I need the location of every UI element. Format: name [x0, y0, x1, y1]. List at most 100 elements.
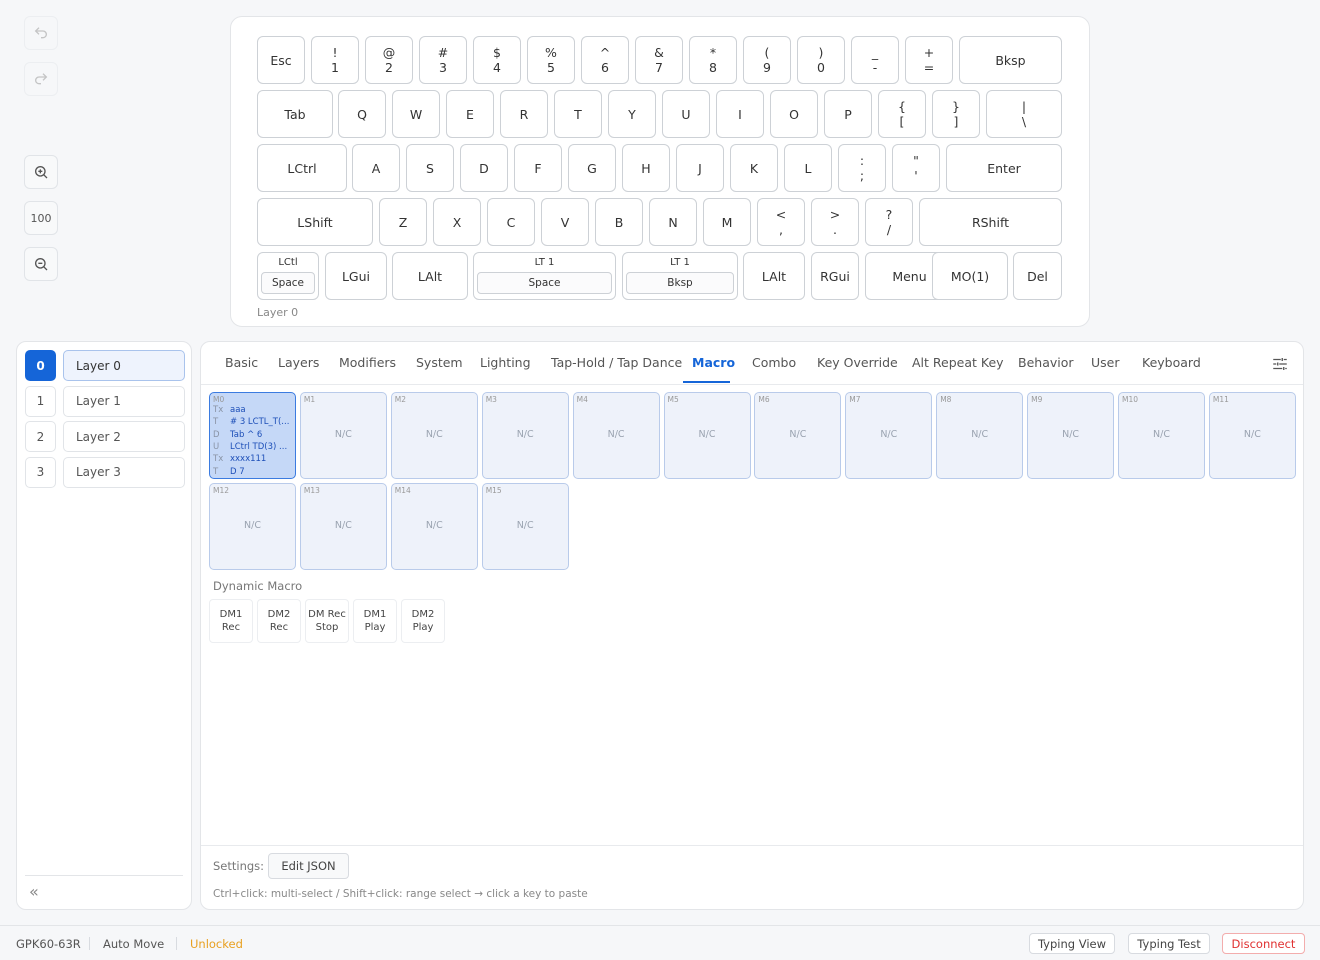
- zoom-in-button[interactable]: [24, 155, 58, 189]
- zoom-out-button[interactable]: [24, 247, 58, 281]
- key[interactable]: Tab: [257, 90, 333, 138]
- key[interactable]: LGui: [325, 252, 387, 300]
- key[interactable]: | \: [986, 90, 1062, 138]
- disconnect-button[interactable]: Disconnect: [1222, 933, 1305, 954]
- key[interactable]: ? /: [865, 198, 913, 246]
- undo-button[interactable]: [24, 16, 58, 50]
- key[interactable]: :;: [838, 144, 886, 192]
- typing-view-button[interactable]: Typing View: [1029, 933, 1115, 954]
- tab-behavior[interactable]: Behavior: [1018, 355, 1074, 370]
- key[interactable]: F: [514, 144, 562, 192]
- key[interactable]: " ': [892, 144, 940, 192]
- key[interactable]: LT 1 Space: [473, 252, 616, 300]
- key[interactable]: Del: [1013, 252, 1062, 300]
- key[interactable]: LCtrl: [257, 144, 347, 192]
- dynamic-macro-key[interactable]: DM1 Play: [353, 599, 397, 643]
- layer-item[interactable]: 0 Layer 0: [25, 350, 185, 381]
- key[interactable]: RShift: [919, 198, 1062, 246]
- macro-slot[interactable]: M12 N/C: [209, 483, 296, 570]
- key[interactable]: Y: [608, 90, 656, 138]
- key[interactable]: L: [784, 144, 832, 192]
- layer-name[interactable]: Layer 1: [63, 385, 185, 417]
- key[interactable]: LT 1 Bksp: [622, 252, 738, 300]
- key-tap-label[interactable]: Bksp: [626, 272, 734, 294]
- key[interactable]: T: [554, 90, 602, 138]
- key[interactable]: W: [392, 90, 440, 138]
- macro-slot[interactable]: M2 N/C: [390, 392, 478, 479]
- tab-modifiers[interactable]: Modifiers: [339, 355, 396, 370]
- macro-slot[interactable]: M4 N/C: [572, 392, 660, 479]
- macro-slot[interactable]: M5 N/C: [663, 392, 751, 479]
- macro-slot[interactable]: M11 N/C: [1208, 392, 1296, 479]
- macro-slot[interactable]: M1 N/C: [299, 392, 387, 479]
- layer-name[interactable]: Layer 0: [63, 350, 185, 381]
- key[interactable]: LAlt: [743, 252, 805, 300]
- key[interactable]: Bksp: [959, 36, 1062, 84]
- tab-key-override[interactable]: Key Override: [817, 355, 898, 370]
- key[interactable]: ! 1: [311, 36, 359, 84]
- key[interactable]: LAlt: [392, 252, 468, 300]
- key[interactable]: S: [406, 144, 454, 192]
- layer-number[interactable]: 2: [25, 421, 56, 452]
- macro-slot[interactable]: M6 N/C: [754, 392, 842, 479]
- key[interactable]: G: [568, 144, 616, 192]
- layer-name[interactable]: Layer 3: [63, 456, 185, 488]
- key[interactable]: #3: [419, 36, 467, 84]
- tab-keyboard[interactable]: Keyboard: [1142, 355, 1201, 370]
- key[interactable]: U: [662, 90, 710, 138]
- tab-system[interactable]: System: [416, 355, 463, 370]
- key[interactable]: M: [703, 198, 751, 246]
- layer-item[interactable]: 2 Layer 2: [25, 421, 185, 452]
- key[interactable]: I: [716, 90, 764, 138]
- dynamic-macro-key[interactable]: DM2 Play: [401, 599, 445, 643]
- key[interactable]: + =: [905, 36, 953, 84]
- key[interactable]: }]: [932, 90, 980, 138]
- key[interactable]: H: [622, 144, 670, 192]
- key[interactable]: >.: [811, 198, 859, 246]
- tab-combo[interactable]: Combo: [752, 355, 796, 370]
- tab-layers[interactable]: Layers: [278, 355, 319, 370]
- dynamic-macro-key[interactable]: DM Rec Stop: [305, 599, 349, 643]
- macro-slot[interactable]: M15 N/C: [481, 483, 569, 570]
- layer-number[interactable]: 3: [25, 456, 56, 488]
- macro-slot[interactable]: M14 N/C: [390, 483, 478, 570]
- key[interactable]: LShift: [257, 198, 373, 246]
- key[interactable]: ^ 6: [581, 36, 629, 84]
- key[interactable]: Enter: [946, 144, 1062, 192]
- key[interactable]: V: [541, 198, 589, 246]
- tab-lighting[interactable]: Lighting: [480, 355, 531, 370]
- macro-slot[interactable]: M13 N/C: [299, 483, 387, 570]
- auto-move-toggle[interactable]: Auto Move: [103, 937, 164, 951]
- key[interactable]: Esc: [257, 36, 305, 84]
- tab-tap-hold-tap-dance[interactable]: Tap-Hold / Tap Dance: [551, 355, 682, 370]
- typing-test-button[interactable]: Typing Test: [1128, 933, 1210, 954]
- key[interactable]: MO(1): [932, 252, 1008, 300]
- layer-number[interactable]: 1: [25, 385, 56, 417]
- collapse-sidebar-button[interactable]: «: [29, 882, 39, 901]
- macro-slot[interactable]: M7 N/C: [845, 392, 933, 479]
- key[interactable]: % 5: [527, 36, 575, 84]
- key[interactable]: ) 0: [797, 36, 845, 84]
- key[interactable]: K: [730, 144, 778, 192]
- key[interactable]: P: [824, 90, 872, 138]
- tab-user[interactable]: User: [1091, 355, 1120, 370]
- tune-icon[interactable]: [1271, 355, 1289, 373]
- layer-number[interactable]: 0: [25, 350, 56, 381]
- key[interactable]: LCtl Space: [257, 252, 319, 300]
- macro-slot[interactable]: M3 N/C: [481, 392, 569, 479]
- key[interactable]: $4: [473, 36, 521, 84]
- key[interactable]: O: [770, 90, 818, 138]
- macro-slot[interactable]: M8 N/C: [936, 392, 1024, 479]
- key[interactable]: X: [433, 198, 481, 246]
- key[interactable]: N: [649, 198, 697, 246]
- tab-macro[interactable]: Macro: [692, 355, 735, 370]
- key[interactable]: D: [460, 144, 508, 192]
- layer-item[interactable]: 3 Layer 3: [25, 456, 185, 488]
- redo-button[interactable]: [24, 62, 58, 96]
- layer-name[interactable]: Layer 2: [63, 421, 185, 452]
- key[interactable]: E: [446, 90, 494, 138]
- key-tap-label[interactable]: Space: [477, 272, 612, 294]
- macro-slot[interactable]: M10 N/C: [1118, 392, 1205, 479]
- key[interactable]: J: [676, 144, 724, 192]
- dynamic-macro-key[interactable]: DM1 Rec: [209, 599, 253, 643]
